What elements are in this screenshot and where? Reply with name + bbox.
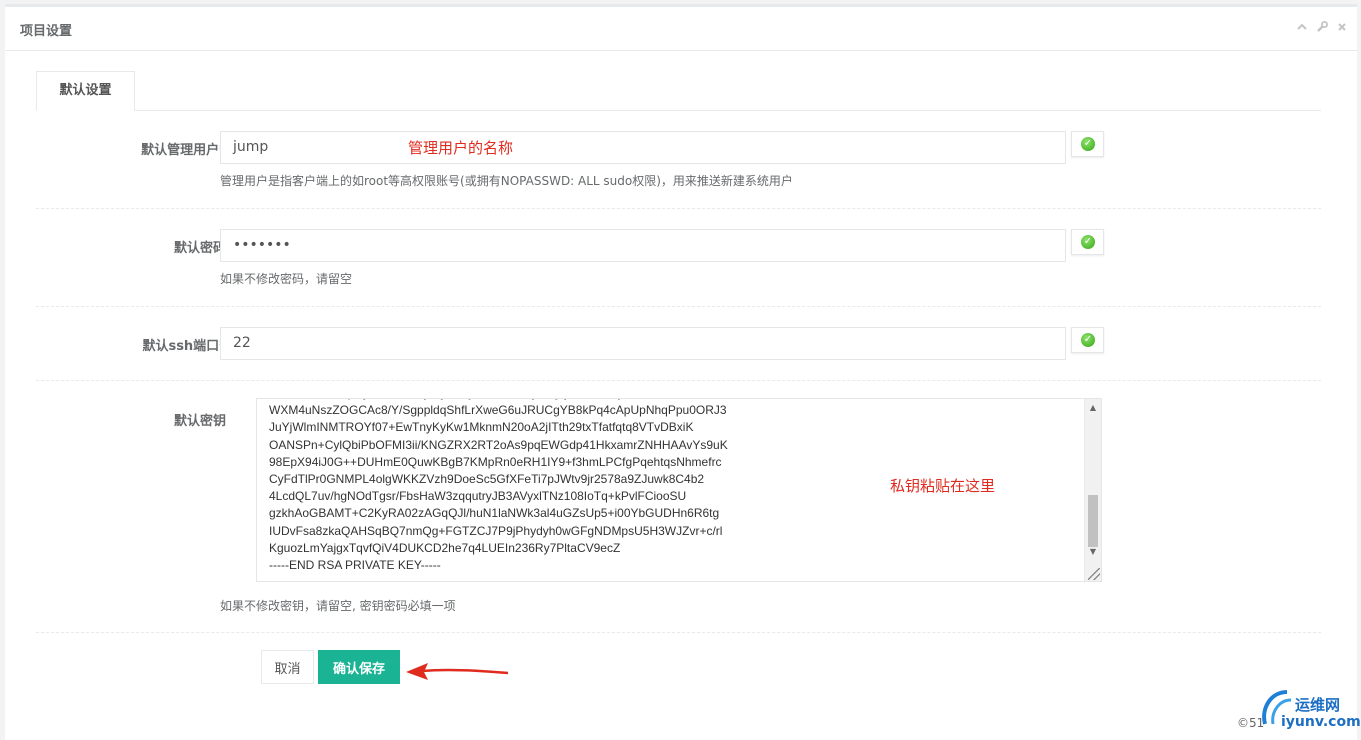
wrench-icon[interactable] — [1315, 21, 1329, 36]
divider — [36, 380, 1321, 381]
scroll-thumb[interactable] — [1088, 495, 1098, 547]
check-icon: ✓ — [1081, 235, 1095, 249]
private-key-label: 默认密钥 — [173, 414, 226, 429]
divider — [36, 208, 1321, 209]
panel-tools — [1295, 21, 1349, 36]
save-button[interactable]: 确认保存 — [318, 650, 400, 684]
admin-user-label-text: 默认管理用户 — [141, 143, 220, 158]
private-key-line: JuYjWlmINMTROYf07+EwTnyKyKw1MknmN20oA2jI… — [269, 420, 694, 435]
private-key-help: 如果不修改密钥，请留空, 密钥密码必填一项 — [220, 599, 456, 613]
chevron-up-icon[interactable] — [1295, 21, 1309, 36]
private-key-line: KguozLmYajgxTqvfQiV4DUKCD2he7q4LUEIn236R… — [269, 540, 621, 555]
tab-default-settings[interactable]: 默认设置 — [36, 71, 135, 111]
private-key-line: WXM4uNszZOGCAc8/Y/SgppldqShfLrXweG6uJRUC… — [269, 403, 727, 418]
private-key-line: IUDvFsa8zkaQAHSqBQ7nmQg+FGTZCJ7P9jPhydyh… — [269, 523, 723, 538]
private-key-line: gzkhAoGBAMT+C2KyRA02zAGqQJl/huN1laNWk3al… — [269, 506, 720, 521]
divider — [36, 306, 1321, 307]
ssh-port-input[interactable]: 22 — [220, 327, 1066, 360]
settings-panel: 项目设置 — [5, 4, 1357, 740]
cancel-button[interactable]: 取消 — [261, 650, 314, 684]
password-input[interactable]: ••••••• — [220, 229, 1066, 262]
ssh-port-label: 默认ssh端口* — [36, 335, 226, 354]
private-key-annotation: 私钥粘贴在这里 — [890, 477, 996, 495]
watermark-url: iyunv.com — [1281, 714, 1361, 730]
watermark-prefix: ©51 — [1237, 716, 1265, 730]
ssh-port-label-text: 默认ssh端口 — [142, 339, 220, 354]
check-icon: ✓ — [1081, 137, 1095, 151]
textarea-scrollbar[interactable]: ▲ ▼ — [1084, 399, 1101, 581]
close-icon[interactable] — [1335, 21, 1349, 36]
divider — [36, 632, 1321, 633]
admin-user-label: 默认管理用户* — [36, 139, 226, 158]
panel-header: 项目设置 — [5, 7, 1357, 51]
check-icon: ✓ — [1081, 333, 1095, 347]
watermark-brand: 运维网 — [1295, 696, 1341, 714]
private-key-line: -----END RSA PRIVATE KEY----- — [269, 557, 441, 572]
arrow-annotation-icon — [406, 663, 509, 680]
password-help: 如果不修改密码，请留空 — [220, 272, 353, 286]
password-valid-indicator: ✓ — [1071, 229, 1104, 255]
scroll-down-icon[interactable]: ▼ — [1085, 545, 1101, 559]
admin-user-valid-indicator: ✓ — [1071, 131, 1104, 157]
private-key-line: 98EpX94iJ0G++DUHmE0QuwKBgB7KMpRn0eRH1IY9… — [269, 454, 722, 469]
ssh-port-valid-indicator: ✓ — [1071, 327, 1104, 353]
admin-user-help: 管理用户是指客户端上的如root等高权限账号(或拥有NOPASSWD: ALL … — [220, 174, 793, 188]
private-key-line: OANSPn+CylQbiPbOFMI3ii/KNGZRX2RT2oAs9pqE… — [269, 437, 728, 452]
tab-bar: 默认设置 — [36, 71, 1321, 111]
scroll-up-icon[interactable]: ▲ — [1085, 401, 1101, 415]
resize-handle-icon[interactable] — [1088, 568, 1100, 580]
panel-title: 项目设置 — [20, 24, 73, 39]
admin-user-annotation: 管理用户的名称 — [408, 139, 514, 157]
password-label: 默认密码 — [173, 241, 226, 256]
admin-user-input[interactable]: jump — [220, 131, 1066, 164]
